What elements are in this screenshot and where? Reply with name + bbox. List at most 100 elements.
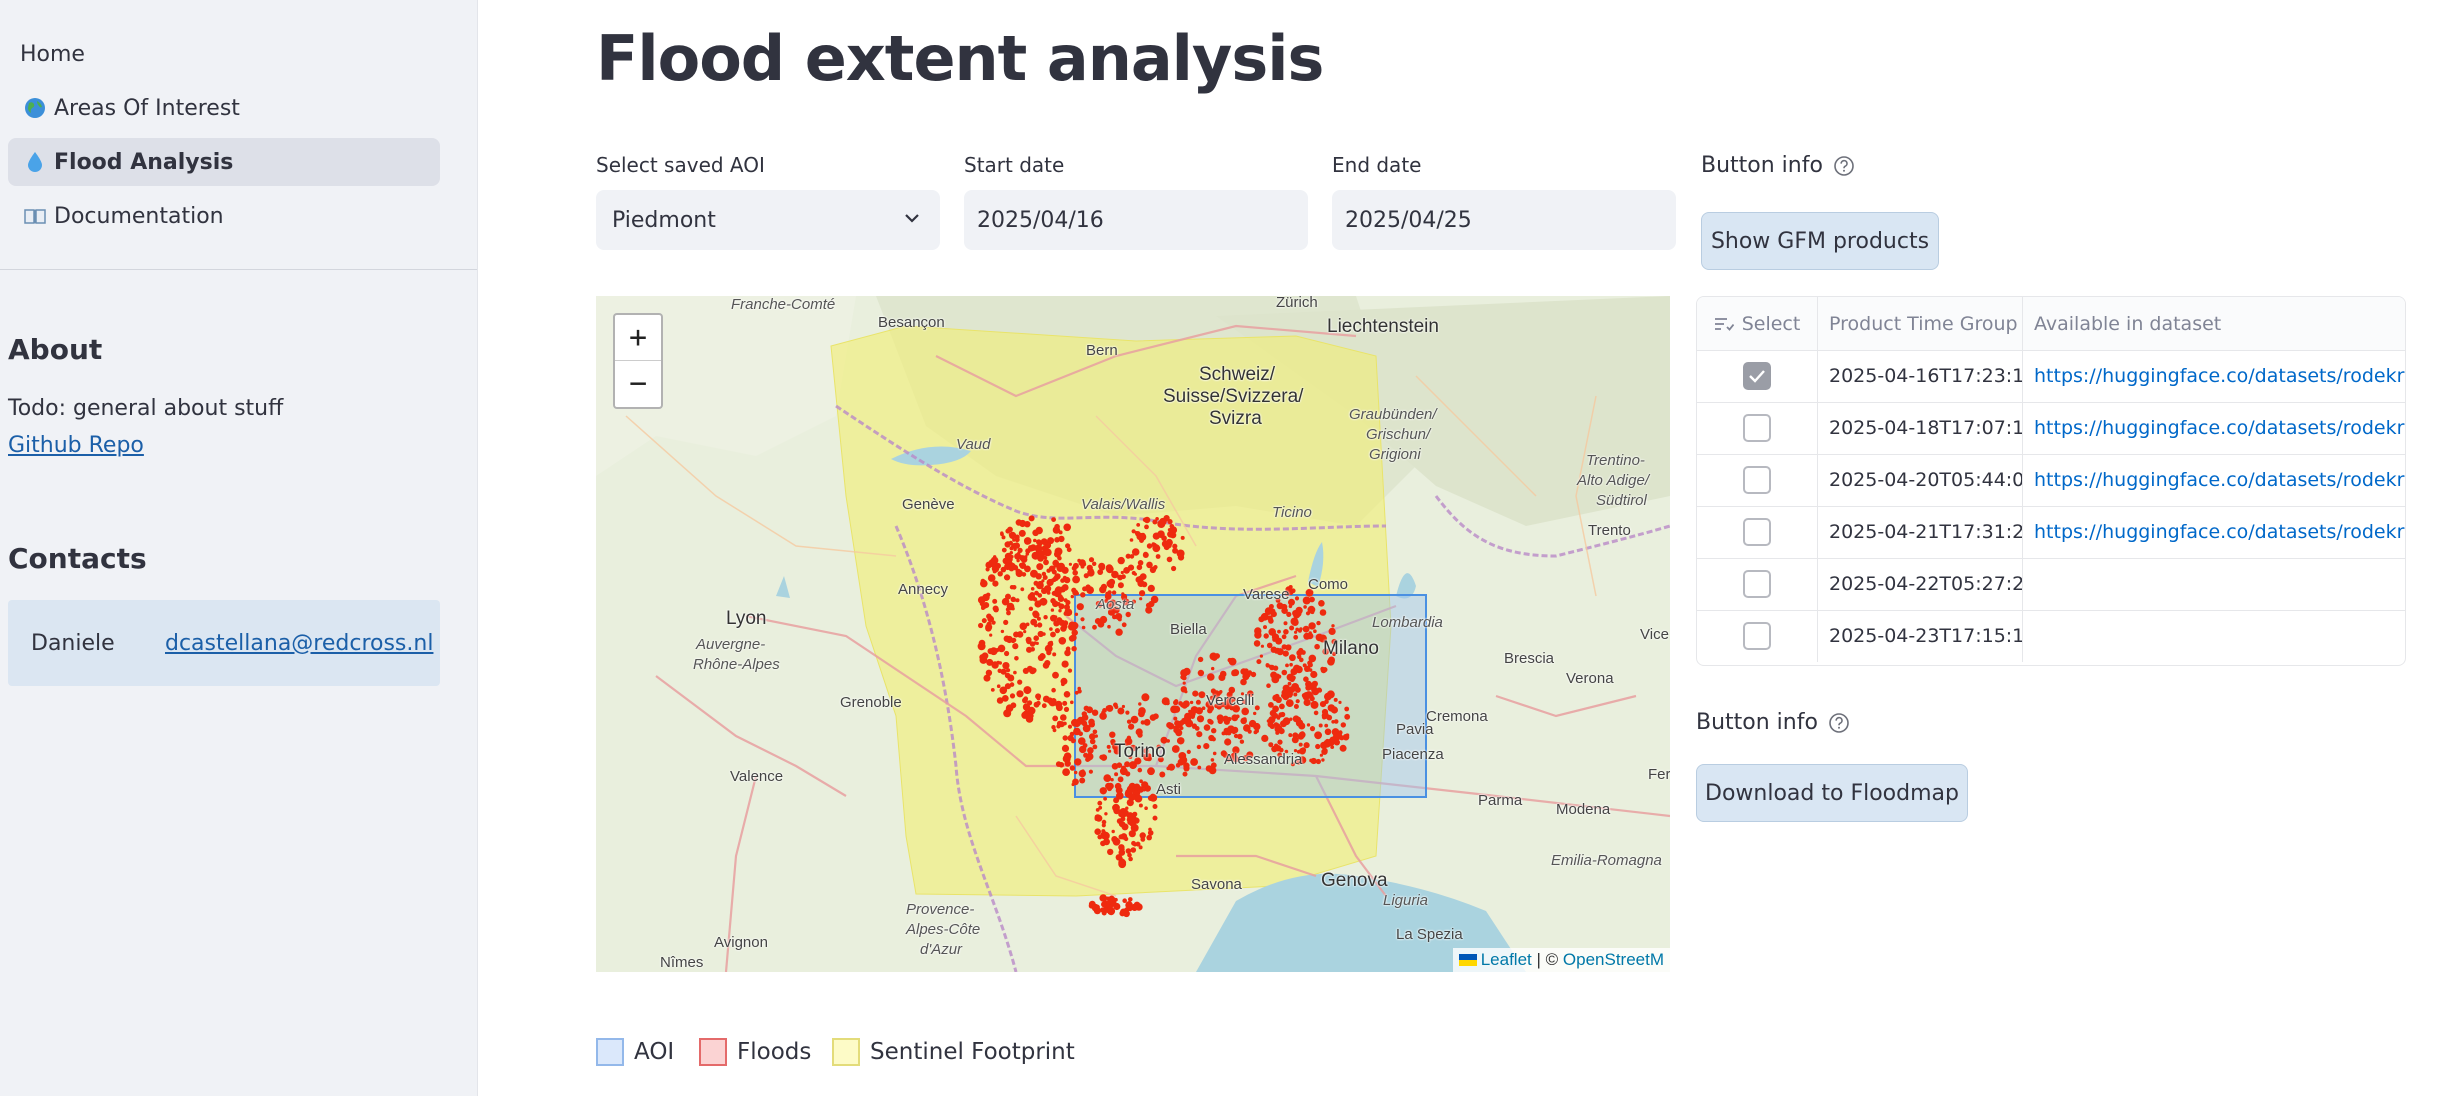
column-header-time[interactable]: Product Time Group xyxy=(1818,297,2023,350)
dataset-link-cell[interactable]: https://huggingface.co/datasets/rodekrui… xyxy=(2023,506,2405,558)
map[interactable]: Franche-Comté Besançon Zürich Liechtenst… xyxy=(596,296,1670,972)
dataset-link-cell[interactable]: https://huggingface.co/datasets/rodekrui… xyxy=(2023,454,2405,506)
flood-point xyxy=(1028,515,1035,522)
map-label: Grigioni xyxy=(1369,446,1421,463)
flood-point xyxy=(1074,690,1079,695)
flood-point xyxy=(1253,640,1261,647)
flood-point xyxy=(1072,589,1079,596)
flood-point xyxy=(1127,564,1135,571)
flood-point xyxy=(1043,555,1048,560)
zoom-control: + − xyxy=(613,313,663,409)
legend-item-floods: Floods xyxy=(699,1038,811,1066)
flood-point xyxy=(1196,715,1205,723)
table-row[interactable]: 2025-04-18T17:07:16 https://huggingface.c… xyxy=(1697,402,2405,455)
flood-point xyxy=(1191,723,1197,729)
flood-point xyxy=(1081,720,1088,727)
flood-point xyxy=(1315,743,1321,750)
flood-point xyxy=(1146,834,1152,841)
flood-point xyxy=(1295,606,1303,615)
map-label: Alto Adige/ xyxy=(1577,472,1649,489)
flood-point xyxy=(988,559,996,568)
product-time-cell: 2025-04-16T17:23:18 xyxy=(1818,350,2023,402)
flood-point xyxy=(1138,702,1142,706)
flood-point xyxy=(1328,627,1336,635)
flood-point xyxy=(986,592,991,597)
end-date-input[interactable]: 2025/04/25 xyxy=(1332,190,1676,250)
nav-item-areas-of-interest[interactable]: Areas Of Interest xyxy=(8,84,440,132)
flood-point xyxy=(1053,620,1060,627)
leaflet-link[interactable]: Leaflet xyxy=(1481,950,1532,969)
flood-point xyxy=(1317,688,1323,693)
page-title: Flood extent analysis xyxy=(596,22,1324,95)
show-gfm-products-button[interactable]: Show GFM products xyxy=(1701,212,1939,270)
map-label: Liechtenstein xyxy=(1327,316,1439,337)
flood-point xyxy=(1309,685,1314,690)
row-checkbox[interactable] xyxy=(1743,362,1771,390)
table-row[interactable]: 2025-04-22T05:27:26 xyxy=(1697,558,2405,611)
flood-point xyxy=(1327,729,1331,733)
flood-point xyxy=(1152,804,1158,809)
download-to-floodmap-button[interactable]: Download to Floodmap xyxy=(1696,764,1968,822)
flood-point xyxy=(1117,556,1125,565)
table-row[interactable]: 2025-04-16T17:23:18 https://huggingface.c… xyxy=(1697,350,2405,403)
dataset-link-cell[interactable]: https://huggingface.co/datasets/rodekrui… xyxy=(2023,350,2405,402)
row-checkbox[interactable] xyxy=(1743,414,1771,442)
legend-item-aoi: AOI xyxy=(596,1038,674,1066)
flood-point xyxy=(1070,594,1074,599)
table-row[interactable]: 2025-04-21T17:31:24 https://huggingface.c… xyxy=(1697,506,2405,559)
flood-point xyxy=(1085,584,1091,590)
flood-point xyxy=(1017,679,1023,685)
row-checkbox[interactable] xyxy=(1743,518,1771,546)
zoom-in-button[interactable]: + xyxy=(615,315,661,361)
flood-point xyxy=(1071,739,1076,744)
help-icon[interactable] xyxy=(1828,712,1850,734)
help-icon[interactable] xyxy=(1833,155,1855,177)
flood-point xyxy=(1050,598,1056,604)
openstreetmap-link[interactable]: OpenStreetM xyxy=(1563,950,1664,969)
zoom-out-button[interactable]: − xyxy=(615,361,661,406)
flood-point xyxy=(1062,735,1068,741)
select-column-header[interactable]: Select xyxy=(1697,297,1818,350)
flood-point xyxy=(992,598,998,604)
flood-point xyxy=(1339,735,1345,741)
table-row[interactable]: 2025-04-23T17:15:11 xyxy=(1697,610,2405,662)
about-text: Todo: general about stuff xyxy=(8,396,284,421)
flood-point xyxy=(1313,629,1317,633)
nav-item-flood-analysis[interactable]: Flood Analysis xyxy=(8,138,440,186)
start-date-label: Start date xyxy=(964,153,1065,177)
map-label: Liguria xyxy=(1383,892,1429,909)
row-checkbox[interactable] xyxy=(1743,622,1771,650)
flood-point xyxy=(1111,836,1118,843)
contact-email-link[interactable]: dcastellana@redcross.nl xyxy=(165,631,433,656)
flood-point xyxy=(1274,693,1280,699)
flood-point xyxy=(1057,594,1063,600)
column-header-available[interactable]: Available in dataset xyxy=(2023,297,2405,350)
sidebar-divider xyxy=(0,269,477,270)
flood-point xyxy=(1013,670,1017,675)
table-row[interactable]: 2025-04-20T05:44:01 https://huggingface.c… xyxy=(1697,454,2405,507)
github-repo-link[interactable]: Github Repo xyxy=(8,433,144,458)
row-checkbox[interactable] xyxy=(1743,466,1771,494)
column-header-label: Select xyxy=(1741,312,1801,335)
aoi-select[interactable]: Piedmont xyxy=(596,190,940,250)
start-date-input[interactable]: 2025/04/16 xyxy=(964,190,1308,250)
flood-point xyxy=(1330,706,1338,714)
flood-point xyxy=(1094,828,1101,835)
flood-point xyxy=(1107,848,1114,856)
nav-item-home[interactable]: Home xyxy=(8,30,452,78)
flood-point xyxy=(1068,562,1072,566)
flood-point xyxy=(1034,590,1039,596)
row-checkbox[interactable] xyxy=(1743,570,1771,598)
flood-point xyxy=(1015,519,1022,526)
legend-label: Floods xyxy=(737,1039,812,1065)
dataset-link-cell[interactable]: https://huggingface.co/datasets/rodekrui… xyxy=(2023,402,2405,454)
map-label: Fer xyxy=(1648,766,1670,783)
droplet-icon xyxy=(22,151,48,173)
nav-item-documentation[interactable]: Documentation xyxy=(8,192,440,240)
flood-point xyxy=(1111,763,1119,770)
flood-point xyxy=(1060,625,1067,632)
flood-point xyxy=(1345,733,1350,738)
flood-point xyxy=(1322,667,1328,673)
flood-point xyxy=(1117,708,1123,713)
flood-point xyxy=(1077,686,1081,691)
